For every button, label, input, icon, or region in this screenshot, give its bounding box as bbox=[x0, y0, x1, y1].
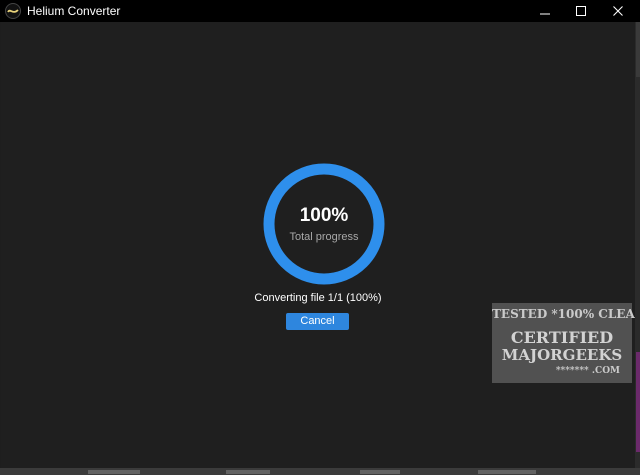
helium-app-icon bbox=[5, 3, 21, 19]
progress-label: Total progress bbox=[289, 231, 359, 243]
minimize-icon bbox=[540, 6, 550, 16]
title-bar[interactable]: Helium Converter bbox=[0, 0, 640, 22]
close-icon bbox=[613, 6, 623, 16]
maximize-icon bbox=[576, 6, 586, 16]
minimize-button[interactable] bbox=[527, 0, 563, 22]
maximize-button[interactable] bbox=[563, 0, 599, 22]
cancel-button[interactable]: Cancel bbox=[286, 313, 349, 330]
app-window: Helium Converter 100% Total progress Con… bbox=[0, 0, 640, 475]
watermark-line-1: TESTED *100% CLEAN bbox=[492, 307, 640, 321]
conversion-status: Converting file 1/1 (100%) bbox=[254, 292, 382, 304]
watermark-line-2: CERTIFIED bbox=[510, 328, 614, 347]
watermark-line-3: MAJORGEEKS bbox=[501, 346, 623, 364]
window-title: Helium Converter bbox=[27, 4, 121, 18]
majorgeeks-watermark: TESTED *100% CLEAN CERTIFIED MAJORGEEKS … bbox=[492, 303, 640, 383]
taskbar-strip bbox=[0, 468, 640, 475]
window-right-edge bbox=[635, 22, 640, 475]
close-button[interactable] bbox=[600, 0, 636, 22]
watermark-line-4: ******* .COM bbox=[555, 366, 620, 376]
progress-ring: 100% Total progress bbox=[263, 163, 385, 285]
progress-percent: 100% bbox=[299, 205, 349, 226]
